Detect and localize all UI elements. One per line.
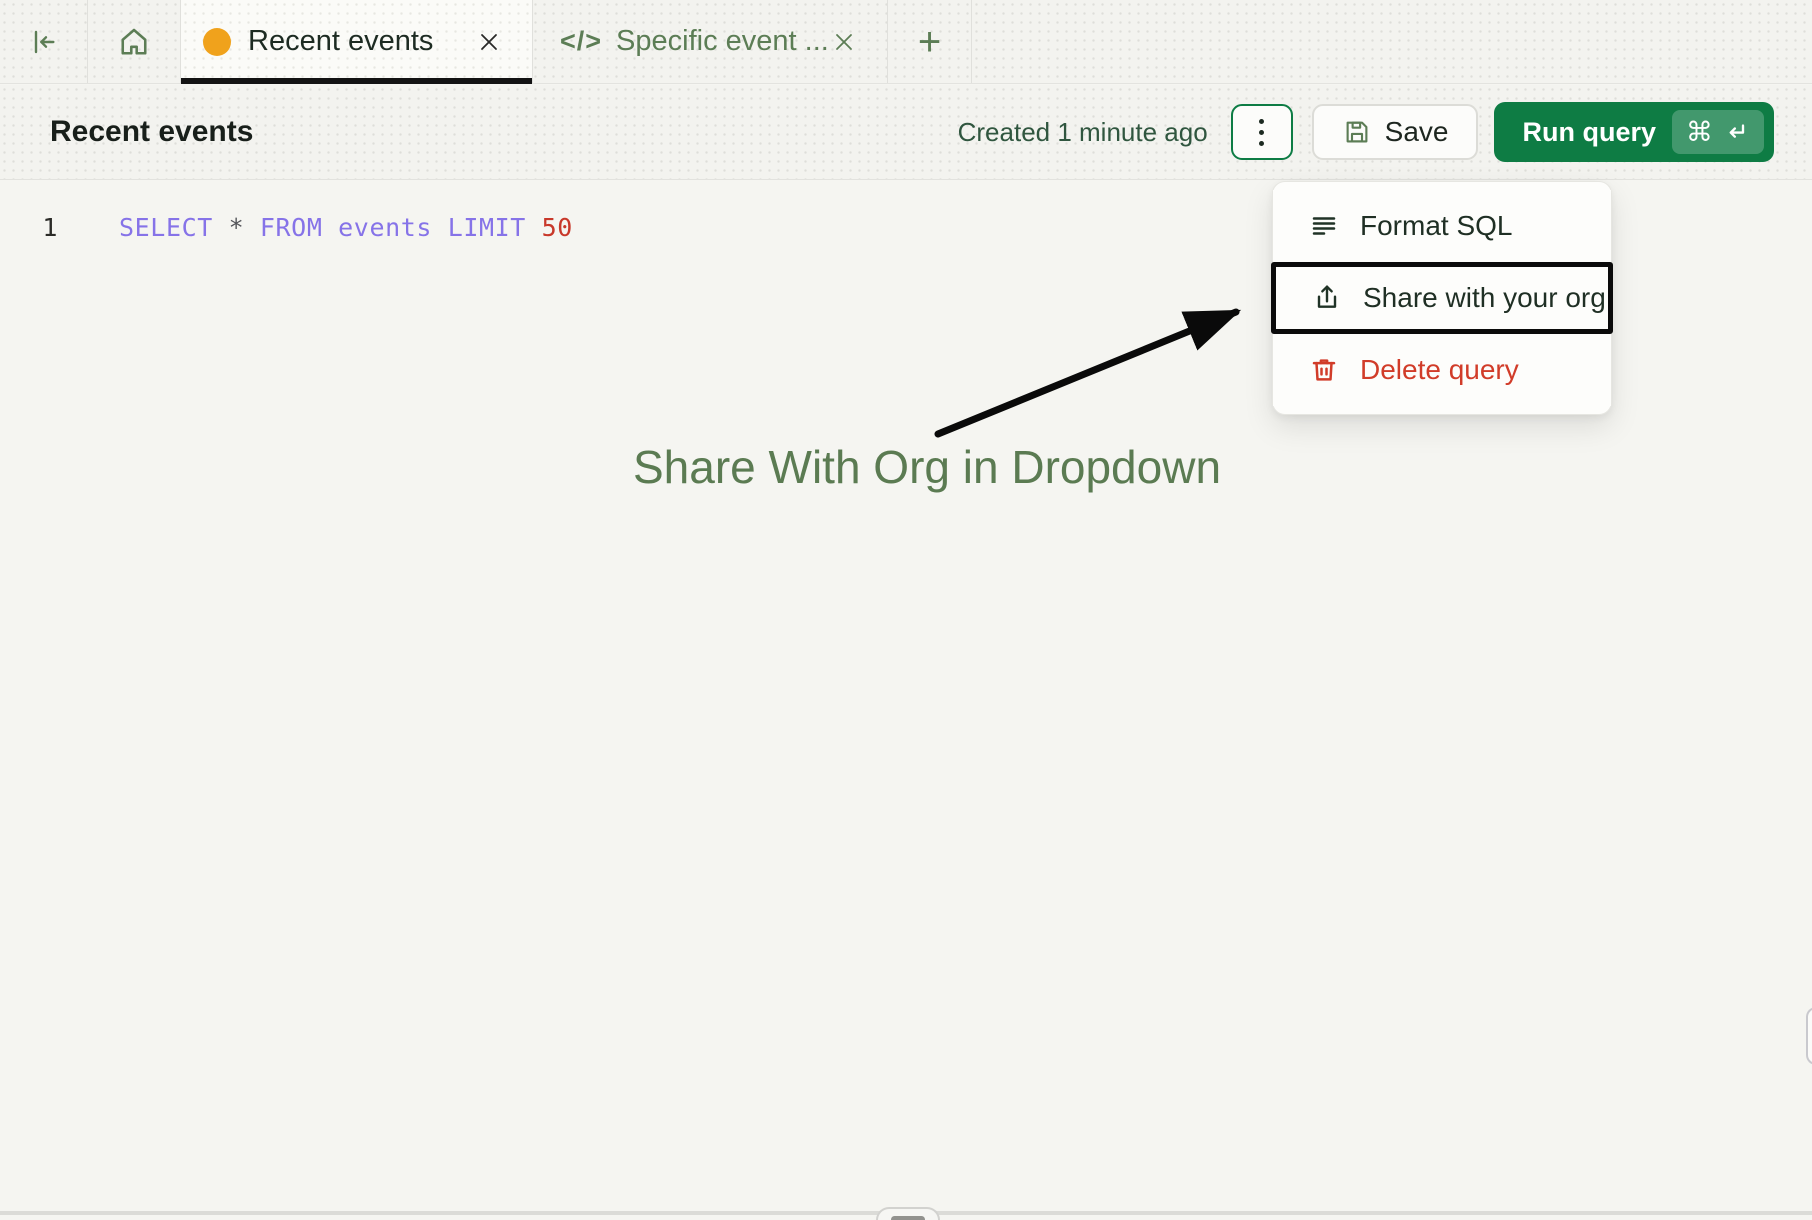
- command-key-icon: ⌘: [1686, 119, 1713, 146]
- sql-token: SELECT: [119, 213, 229, 242]
- menu-item-label: Format SQL: [1360, 210, 1512, 242]
- home-icon: [116, 24, 152, 60]
- return-icon: [1722, 118, 1750, 146]
- tab-label: Recent events: [248, 25, 433, 58]
- sql-token: LIMIT: [448, 213, 542, 242]
- collapse-sidebar-button[interactable]: [0, 0, 88, 83]
- close-icon[interactable]: [833, 31, 855, 53]
- plus-icon: +: [918, 22, 941, 62]
- code-icon: </>: [560, 26, 602, 57]
- sql-token: *: [229, 213, 260, 242]
- kebab-menu-icon: [1259, 119, 1264, 124]
- sql-token: events: [338, 213, 448, 242]
- side-panel-toggle[interactable]: [1806, 1007, 1812, 1065]
- tab-recent-events[interactable]: Recent events: [181, 0, 533, 83]
- tab-bar-spacer: [972, 0, 1812, 83]
- active-tab-underline: [181, 78, 532, 84]
- header-actions: Created 1 minute ago Save Run query ⌘: [958, 102, 1774, 162]
- new-tab-button[interactable]: +: [888, 0, 972, 83]
- home-button[interactable]: [88, 0, 181, 83]
- trash-icon: [1308, 354, 1340, 386]
- menu-item-delete-query[interactable]: Delete query: [1273, 334, 1611, 406]
- query-header: Recent events Created 1 minute ago Save …: [0, 85, 1812, 180]
- created-timestamp: Created 1 minute ago: [958, 117, 1208, 148]
- tab-bar: Recent events </> Specific event ... +: [0, 0, 1812, 84]
- run-query-label: Run query: [1522, 117, 1656, 148]
- menu-item-format-sql[interactable]: Format SQL: [1273, 190, 1611, 262]
- options-dropdown-menu: Format SQL Share with your org: [1272, 181, 1612, 415]
- tab-specific-event[interactable]: </> Specific event ...: [533, 0, 888, 83]
- panel-drag-handle[interactable]: [876, 1207, 940, 1220]
- sql-token: 50: [542, 213, 573, 242]
- save-button-label: Save: [1385, 116, 1449, 148]
- close-icon[interactable]: [478, 31, 500, 53]
- tab-label: Specific event ...: [616, 25, 829, 58]
- run-query-button[interactable]: Run query ⌘: [1494, 102, 1774, 162]
- more-options-button[interactable]: [1231, 104, 1293, 160]
- sql-token: FROM: [260, 213, 338, 242]
- upload-icon: [1311, 282, 1343, 314]
- grip-icon: [891, 1216, 925, 1220]
- orange-dot-icon: [203, 28, 231, 56]
- run-shortcut-badge: ⌘: [1672, 110, 1764, 154]
- save-icon: [1342, 117, 1372, 147]
- menu-item-share-with-org[interactable]: Share with your org: [1271, 262, 1613, 334]
- format-sql-icon: [1308, 210, 1340, 242]
- save-button[interactable]: Save: [1312, 104, 1479, 160]
- code-line[interactable]: 1 SELECT * FROM events LIMIT 50: [0, 210, 573, 246]
- page-title: Recent events: [50, 115, 253, 149]
- sql-code: SELECT * FROM events LIMIT 50: [119, 210, 573, 246]
- app-window: Recent events </> Specific event ... + R…: [0, 0, 1812, 1220]
- menu-item-label: Delete query: [1360, 354, 1519, 386]
- annotation-label: Share With Org in Dropdown: [633, 440, 1221, 494]
- collapse-sidebar-icon: [28, 26, 60, 58]
- menu-item-label: Share with your org: [1363, 282, 1606, 314]
- line-number: 1: [0, 210, 58, 246]
